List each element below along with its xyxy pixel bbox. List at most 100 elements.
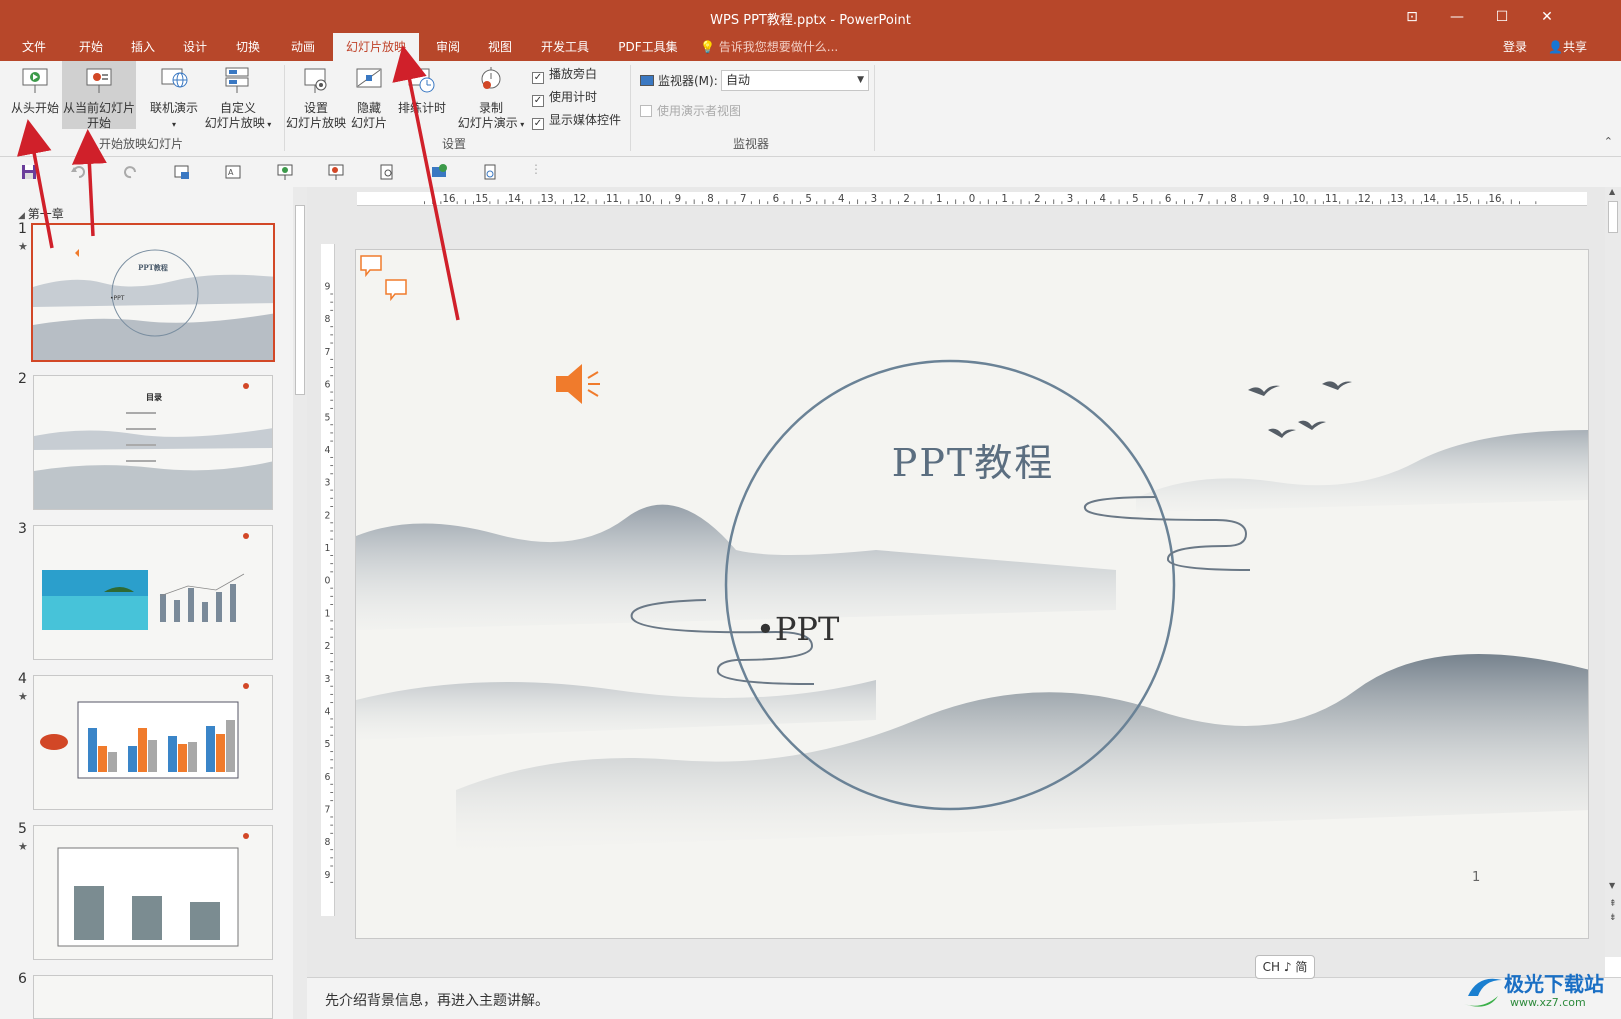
lightbulb-icon: 💡 xyxy=(700,40,715,54)
save-icon[interactable] xyxy=(20,163,38,181)
print-preview-icon[interactable] xyxy=(378,163,396,181)
document-sync-icon[interactable] xyxy=(481,163,499,181)
ruler-label: 4 xyxy=(325,706,331,717)
login-link[interactable]: 登录 xyxy=(1503,33,1527,61)
ruler-label: 11 xyxy=(1325,194,1338,205)
ruler-label: 1 xyxy=(1001,194,1008,205)
slide-thumbnail-4[interactable] xyxy=(33,675,273,810)
group-separator xyxy=(874,65,875,151)
ruler-label: 4 xyxy=(838,194,845,205)
notes-pane[interactable]: 先介绍背景信息，再进入主题讲解。 xyxy=(307,977,1621,1019)
rehearse-timings-button[interactable]: 排练计时 xyxy=(392,65,452,135)
tell-me-search[interactable]: 💡 告诉我您想要做什么... xyxy=(700,33,838,61)
slide-thumbnail-6[interactable] xyxy=(33,975,273,1019)
thumbnail-art xyxy=(33,249,273,360)
tab-developer[interactable]: 开发工具 xyxy=(532,33,598,61)
chevron-down-icon: ▾ xyxy=(264,120,272,129)
setup-slideshow-icon xyxy=(304,68,327,93)
play-narration-checkbox[interactable]: ✓ 播放旁白 xyxy=(532,65,597,84)
custom-show-button[interactable]: 自定义 幻灯片放映 ▾ xyxy=(202,65,274,135)
share-button[interactable]: 👤共享 xyxy=(1548,33,1587,61)
tab-slideshow[interactable]: 幻灯片放映 xyxy=(333,33,419,61)
monitor-icon xyxy=(640,75,654,86)
setup-slideshow-button[interactable]: 设置 幻灯片放映 xyxy=(284,65,348,135)
ruler-label: 3 xyxy=(325,674,331,685)
textbox-icon[interactable]: A xyxy=(224,163,242,181)
ruler-label: 13 xyxy=(541,194,554,205)
ruler-label: 16 xyxy=(443,194,456,205)
scroll-down-icon[interactable]: ▼ xyxy=(1609,881,1615,890)
checkmark-icon: ✓ xyxy=(532,72,544,84)
maximize-button[interactable]: ☐ xyxy=(1488,6,1516,28)
tab-file[interactable]: 文件 xyxy=(12,33,56,61)
from-current-label-2: 开始 xyxy=(86,116,111,130)
scrollbar-thumb[interactable] xyxy=(295,205,305,395)
close-button[interactable]: ✕ xyxy=(1533,6,1561,28)
setup-slideshow-label-2: 幻灯片放映 xyxy=(285,116,346,130)
ruler-label: 10 xyxy=(1292,194,1305,205)
ruler-label: 4 xyxy=(1099,194,1106,205)
minimize-button[interactable]: — xyxy=(1443,6,1471,28)
scrollbar-thumb[interactable] xyxy=(1608,201,1618,233)
tab-design[interactable]: 设计 xyxy=(172,33,218,61)
tab-view[interactable]: 视图 xyxy=(477,33,523,61)
from-current-button[interactable]: 从当前幻灯片 开始 xyxy=(62,61,136,130)
record-slideshow-button[interactable]: 录制 幻灯片演示 ▾ xyxy=(452,65,530,135)
slide-canvas[interactable]: PPT教程 •PPT 1 xyxy=(355,249,1589,939)
undo-icon[interactable] xyxy=(70,163,88,181)
tab-insert[interactable]: 插入 xyxy=(120,33,166,61)
vertical-ruler: 9 8 7 6 5 4 3 2 1 0 1 2 3 4 5 6 7 8 9 xyxy=(321,244,335,916)
online-present-button[interactable]: 联机演示 ▾ xyxy=(144,65,204,135)
title-bar: WPS PPT教程.pptx - PowerPoint ⊡ — ☐ ✕ xyxy=(0,0,1621,33)
ruler-label: 1 xyxy=(325,543,331,554)
ruler-label: 2 xyxy=(903,194,910,205)
slide-thumbnail-5[interactable] xyxy=(33,825,273,960)
from-current-qat-icon[interactable] xyxy=(327,163,345,181)
slide-thumbnail-1[interactable]: PPT教程 •PPT xyxy=(31,223,275,362)
ruler-label: 6 xyxy=(773,194,780,205)
tab-transitions[interactable]: 切换 xyxy=(225,33,271,61)
ruler-label: 5 xyxy=(805,194,812,205)
scroll-up-icon[interactable]: ▲ xyxy=(1609,187,1615,196)
ruler-label: 9 xyxy=(325,282,331,293)
animation-star-icon: ★ xyxy=(18,240,28,253)
redo-icon[interactable] xyxy=(122,163,140,181)
slide-subtitle[interactable]: •PPT xyxy=(756,610,839,648)
present-icon[interactable] xyxy=(276,163,294,181)
presenter-view-checkbox[interactable]: 使用演示者视图 xyxy=(640,102,741,119)
share-meeting-icon[interactable] xyxy=(430,163,448,181)
custom-slideshow-icon xyxy=(225,67,249,93)
from-beginning-button[interactable]: 从头开始 xyxy=(8,65,62,135)
ribbon-tabs: 文件 开始 插入 设计 切换 动画 幻灯片放映 审阅 视图 开发工具 PDF工具… xyxy=(0,33,1621,61)
chevron-down-icon: ▾ xyxy=(171,120,176,129)
slide-thumbnail-3[interactable] xyxy=(33,525,273,660)
editor-vertical-scrollbar[interactable]: ▲ ▼ ⇞ ⇟ xyxy=(1605,187,1621,957)
setup-slideshow-label: 设置 xyxy=(303,101,328,115)
ruler-label: 3 xyxy=(1067,194,1074,205)
hide-slide-button[interactable]: 隐藏 幻灯片 xyxy=(348,65,390,135)
watermark-name: 极光下载站 xyxy=(1504,972,1604,996)
ruler-label: 7 xyxy=(325,347,331,358)
thumbnail-scrollbar[interactable] xyxy=(293,187,307,1019)
customize-qat-icon[interactable]: ⋮ xyxy=(530,162,542,176)
previous-slide-icon[interactable]: ⇞ xyxy=(1609,899,1617,909)
ribbon-display-icon[interactable]: ⊡ xyxy=(1398,6,1426,28)
ime-indicator[interactable]: CH ♪ 简 xyxy=(1255,955,1315,979)
ruler-label: 8 xyxy=(1230,194,1237,205)
animation-star-icon: ★ xyxy=(18,690,28,703)
show-media-controls-checkbox[interactable]: ✓ 显示媒体控件 xyxy=(532,111,621,130)
tab-animations[interactable]: 动画 xyxy=(280,33,326,61)
new-slide-icon[interactable] xyxy=(173,163,191,181)
notes-text[interactable]: 先介绍背景信息，再进入主题讲解。 xyxy=(325,990,549,1010)
section-header[interactable]: ◢ 第一章 xyxy=(18,205,64,222)
tab-home[interactable]: 开始 xyxy=(68,33,114,61)
monitor-dropdown[interactable]: 自动 ▼ xyxy=(721,70,869,91)
use-timings-checkbox[interactable]: ✓ 使用计时 xyxy=(532,88,597,107)
tab-pdf-tools[interactable]: PDF工具集 xyxy=(608,33,688,61)
slide-title[interactable]: PPT教程 xyxy=(356,432,1588,487)
next-slide-icon[interactable]: ⇟ xyxy=(1609,913,1617,923)
slide-thumbnail-2[interactable]: 目录 xyxy=(33,375,273,510)
collapse-ribbon-icon[interactable]: ⌃ xyxy=(1604,135,1613,148)
tab-review[interactable]: 审阅 xyxy=(425,33,471,61)
birds xyxy=(1248,381,1352,438)
